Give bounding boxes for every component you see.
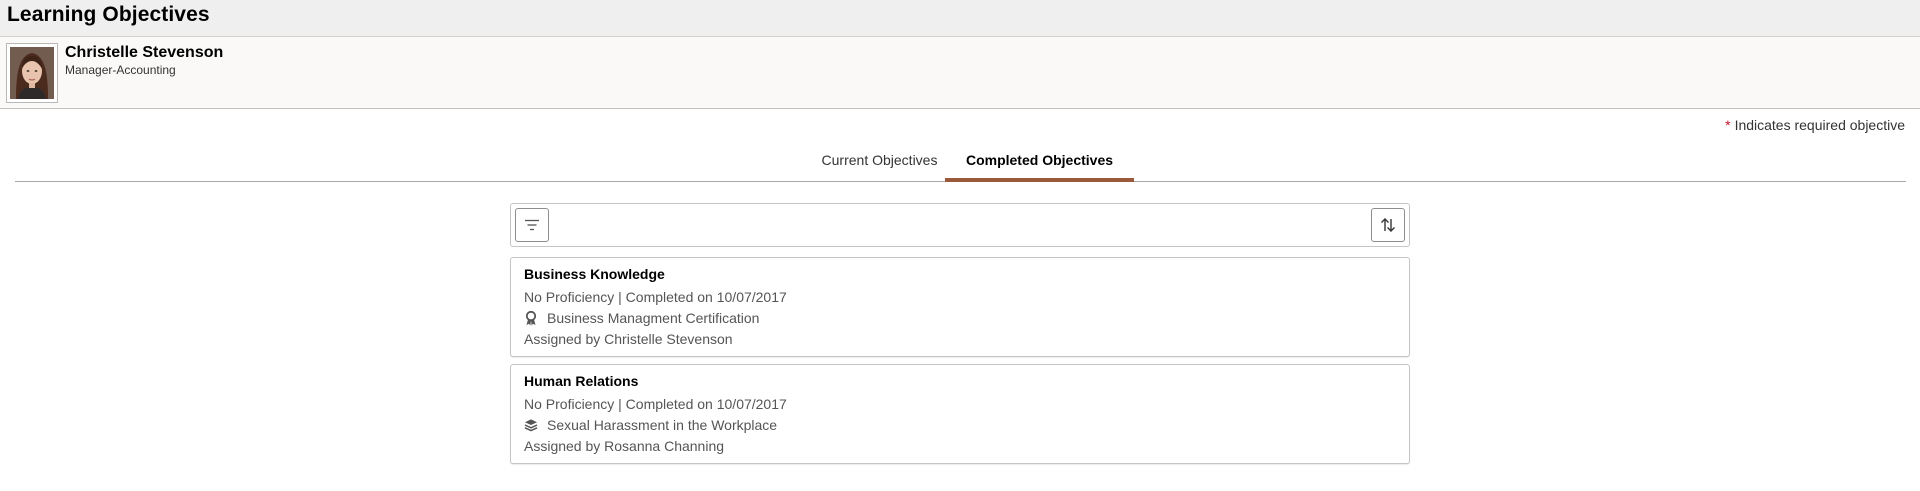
objective-course: Business Managment Certification — [524, 310, 759, 326]
objective-assigned-by: Assigned by Rosanna Channing — [524, 438, 725, 454]
course-name: Business Managment Certification — [547, 310, 760, 326]
person-photo — [10, 47, 54, 99]
sort-button[interactable] — [1371, 208, 1405, 242]
required-star: * — [1725, 117, 1731, 133]
objective-assigned-by: Assigned by Christelle Stevenson — [524, 331, 733, 347]
tab-completed-objectives[interactable]: Completed Objectives — [945, 147, 1134, 182]
objective-course: Sexual Harassment in the Workplace — [524, 417, 777, 433]
required-note-text: Indicates required objective — [1734, 117, 1905, 133]
filter-button[interactable] — [515, 208, 549, 242]
list-toolbar — [510, 203, 1410, 247]
page-title: Learning Objectives — [7, 3, 210, 26]
objective-card[interactable]: Human Relations No Proficiency | Complet… — [510, 364, 1410, 464]
books-stack-icon — [524, 417, 538, 433]
course-name: Sexual Harassment in the Workplace — [547, 417, 778, 433]
objective-title: Human Relations — [524, 373, 639, 389]
filter-icon — [525, 219, 539, 231]
page-header: Learning Objectives — [0, 0, 1920, 37]
objective-title: Business Knowledge — [524, 266, 665, 282]
objective-status: No Proficiency | Completed on 10/07/2017 — [524, 289, 787, 305]
person-header: Christelle Stevenson Manager-Accounting — [0, 37, 1920, 109]
required-objective-note: * Indicates required objective — [1725, 117, 1905, 133]
person-name: Christelle Stevenson — [65, 44, 224, 61]
award-ribbon-icon — [524, 310, 538, 326]
sort-icon — [1381, 218, 1395, 232]
avatar — [6, 43, 58, 103]
objective-card[interactable]: Business Knowledge No Proficiency | Comp… — [510, 257, 1410, 357]
person-role: Manager-Accounting — [65, 63, 176, 77]
objective-status: No Proficiency | Completed on 10/07/2017 — [524, 396, 787, 412]
objective-tabs: Current Objectives Completed Objectives — [15, 147, 1906, 182]
